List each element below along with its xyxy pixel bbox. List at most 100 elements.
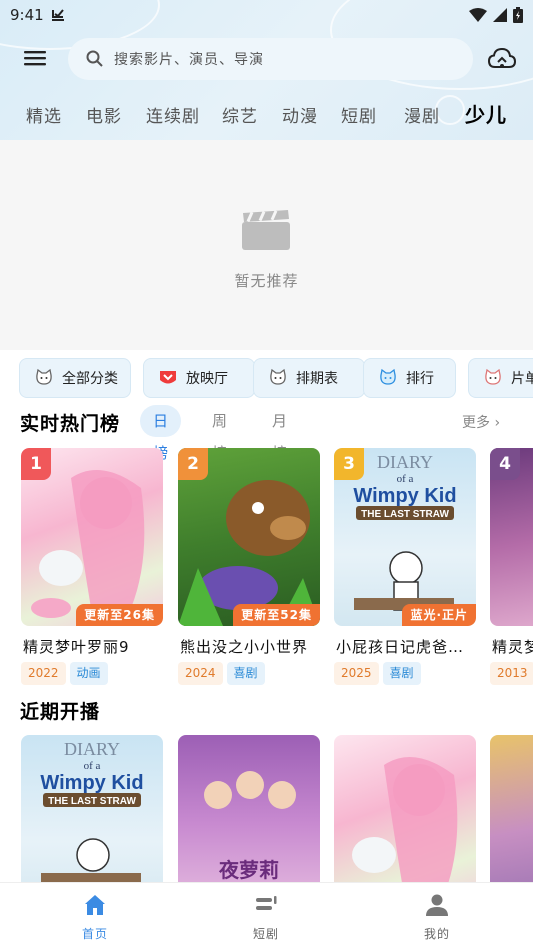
poster-title-line1: DIARY (377, 452, 433, 472)
poster-image: 1 更新至26集 (21, 448, 163, 626)
ranking-button[interactable]: 排行 (363, 358, 456, 398)
poster-image: 4 (490, 448, 533, 626)
poster-title-line4: THE LAST STRAW (361, 509, 449, 520)
quality-badge: 蓝光·正片 (402, 604, 476, 626)
quick-links: 全部分类 放映厅 排期表 排行 片单 (0, 358, 533, 400)
upcoming-card[interactable] (490, 735, 533, 882)
category-tabs: 精选 电影 连续剧 综艺 动漫 短剧 漫剧 少儿 (0, 98, 533, 132)
nav-label: 短剧 (252, 927, 279, 941)
bottom-navigation: 首页 短剧 我的 (0, 882, 533, 948)
poster-image: DIARY of a Wimpy Kid THE LAST STRAW (21, 735, 163, 882)
poster-title: 夜萝莉 (218, 858, 279, 882)
poster-image: 2 更新至52集 (178, 448, 320, 626)
hot-card[interactable]: 4 精灵梦 2013 (490, 448, 533, 688)
tab-weekly[interactable]: 周榜 (212, 405, 227, 462)
quick-link-label: 全部分类 (62, 371, 118, 387)
quick-link-label: 放映厅 (186, 371, 228, 387)
poster-title-line3: Wimpy Kid (353, 485, 456, 507)
episode-badge: 更新至26集 (76, 604, 163, 626)
poster-title-line3: Wimpy Kid (40, 772, 143, 794)
card-title: 小屁孩日记虎爸的最后一根稻草 (336, 638, 478, 656)
wifi-icon (469, 8, 487, 22)
card-title: 精灵梦叶罗丽9 (23, 638, 130, 656)
upcoming-section-title: 近期开播 (20, 701, 101, 723)
signal-icon (493, 8, 507, 22)
search-icon (86, 50, 103, 67)
tab-variety[interactable]: 综艺 (222, 102, 258, 127)
nav-short-drama[interactable]: 短剧 (226, 883, 306, 948)
download-done-icon (51, 9, 64, 21)
poster-art: DIARY of a Wimpy Kid THE LAST STRAW (40, 739, 144, 882)
upcoming-card[interactable] (334, 735, 476, 882)
tab-kids[interactable]: 少儿 (465, 99, 507, 128)
cat-face-icon (36, 368, 52, 385)
tab-anime[interactable]: 动漫 (282, 102, 318, 127)
poster-title-line4: THE LAST STRAW (48, 796, 136, 807)
poster-image: 夜萝莉 (178, 735, 320, 882)
episode-badge: 更新至52集 (233, 604, 320, 626)
cloud-sync-icon[interactable] (487, 46, 517, 72)
poster-art (352, 757, 458, 882)
quick-link-label: 排期表 (296, 371, 338, 387)
status-time: 9:41 (10, 6, 44, 24)
more-link[interactable]: 更多 › (462, 412, 500, 432)
genre-tag: 动画 (69, 662, 108, 685)
rank-number: 2 (178, 448, 208, 480)
poster-title-line2: of a (397, 473, 414, 485)
quick-link-label: 排行 (406, 371, 434, 387)
tab-featured[interactable]: 精选 (26, 102, 62, 127)
all-categories-button[interactable]: 全部分类 (19, 358, 131, 398)
battery-icon (513, 7, 523, 23)
year-tag: 2024 (178, 662, 223, 685)
tab-monthly[interactable]: 月榜 (272, 405, 287, 462)
upcoming-card[interactable]: DIARY of a Wimpy Kid THE LAST STRAW (21, 735, 163, 882)
nav-home[interactable]: 首页 (55, 883, 135, 948)
cat-face-icon (485, 368, 501, 385)
tab-series[interactable]: 连续剧 (146, 102, 200, 127)
more-label: 更多 (462, 415, 490, 431)
poster-image (490, 735, 533, 882)
user-icon (426, 894, 448, 916)
tab-movie[interactable]: 电影 (86, 102, 122, 127)
home-icon (85, 895, 105, 915)
card-title: 熊出没之小小世界 (180, 638, 309, 656)
rank-number: 1 (21, 448, 51, 480)
cat-face-icon (270, 368, 286, 385)
hot-section-title: 实时热门榜 (20, 413, 121, 435)
nav-profile[interactable]: 我的 (397, 883, 477, 948)
search-input[interactable]: 搜索影片、演员、导演 (68, 38, 473, 80)
chevron-right-icon: › (494, 415, 501, 431)
poster-image (334, 735, 476, 882)
menu-icon[interactable] (24, 48, 46, 68)
genre-tag: 喜剧 (382, 662, 421, 685)
short-video-icon (256, 896, 277, 910)
cat-face-blue-icon (380, 368, 396, 385)
rank-number: 4 (490, 448, 520, 480)
year-tag: 2022 (21, 662, 66, 685)
quick-link-label: 片单 (511, 371, 533, 387)
poster-title-line2: of a (84, 760, 101, 772)
cinema-hall-button[interactable]: 放映厅 (143, 358, 255, 398)
rank-number: 3 (334, 448, 364, 480)
year-tag: 2013 (490, 662, 533, 685)
clapperboard-icon (242, 210, 290, 250)
tab-short-drama[interactable]: 短剧 (341, 102, 377, 127)
recommendation-empty-state: 暂无推荐 (0, 140, 533, 350)
tab-comic-drama[interactable]: 漫剧 (404, 102, 440, 127)
search-placeholder: 搜索影片、演员、导演 (114, 52, 264, 68)
poster-title-line1: DIARY (64, 739, 120, 759)
empty-text: 暂无推荐 (234, 272, 299, 290)
nav-label: 我的 (423, 927, 450, 941)
red-shield-icon (160, 371, 176, 384)
upcoming-card[interactable]: 夜萝莉 (178, 735, 320, 882)
poster-art: 夜萝莉 (204, 771, 296, 882)
nav-label: 首页 (81, 927, 108, 941)
status-bar: 9:41 (0, 0, 533, 30)
tab-daily[interactable]: 日榜 (140, 405, 182, 462)
year-tag: 2025 (334, 662, 379, 685)
search-row: 搜索影片、演员、导演 (0, 36, 533, 82)
card-title: 精灵梦 (492, 638, 533, 656)
schedule-button[interactable]: 排期表 (253, 358, 365, 398)
playlist-button[interactable]: 片单 (468, 358, 533, 398)
poster-image: DIARY of a Wimpy Kid THE LAST STRAW 3 蓝光… (334, 448, 476, 626)
